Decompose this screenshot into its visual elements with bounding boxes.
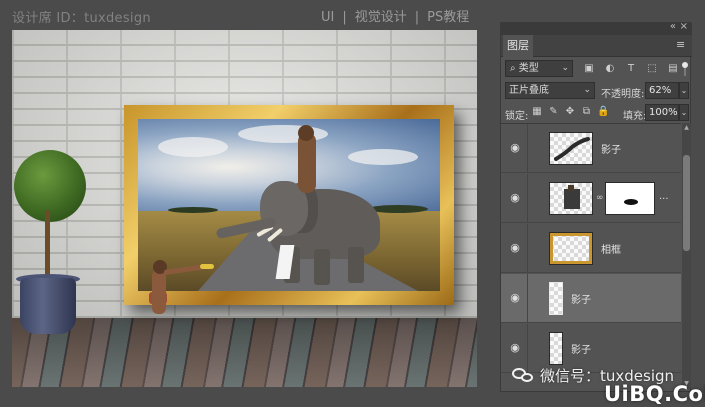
- fill-label: 填充:: [623, 111, 647, 122]
- wechat-icon: [512, 366, 534, 384]
- layer-thumbnail: [549, 182, 593, 215]
- chat-bubble: [521, 373, 533, 382]
- layer-filter-select[interactable]: ⌕ 类型 ⌄: [505, 60, 573, 77]
- filter-row: ⌕ 类型 ⌄ ▣ ◐ T ⬚ ▤: [501, 58, 692, 80]
- banana: [200, 264, 214, 269]
- uibq-watermark: UiBQ.CoM: [604, 382, 705, 406]
- filter-icons: ▣ ◐ T ⬚ ▤: [583, 62, 679, 76]
- tab-layers[interactable]: 图层: [503, 35, 533, 57]
- blend-mode-value: 正片叠底: [509, 85, 549, 96]
- opacity-input[interactable]: 62%: [645, 82, 679, 99]
- boy-figure: [152, 270, 166, 314]
- layers-panel: « × 图层 ≡ ⌕ 类型 ⌄ ▣ ◐ T ⬚ ▤ 正片叠底 ⌄ 不透明度: 6…: [500, 21, 692, 392]
- layer-name: 影子: [601, 145, 621, 156]
- lock-label: 锁定:: [505, 111, 529, 122]
- eye-icon[interactable]: ◉: [508, 292, 522, 304]
- fill-dropdown-icon[interactable]: ⌄: [679, 104, 689, 121]
- panel-menu-icon[interactable]: ≡: [676, 39, 686, 51]
- lock-all-icon[interactable]: 🔒: [597, 106, 609, 118]
- eye-icon[interactable]: ◉: [508, 142, 522, 154]
- gold-picture-frame: [124, 105, 454, 305]
- layers-scrollbar[interactable]: ▲ ▼: [682, 123, 691, 389]
- fill-input[interactable]: 100%: [645, 104, 679, 121]
- layer-thumbnail: [549, 132, 593, 165]
- close-icon[interactable]: ×: [680, 21, 688, 32]
- layer-thumbnail: [549, 232, 593, 265]
- blend-row: 正片叠底 ⌄ 不透明度: 62% ⌄: [501, 80, 692, 102]
- scroll-up-icon[interactable]: ▲: [683, 124, 690, 132]
- crumb-visual-design: 视觉设计: [354, 10, 407, 25]
- elephant-leg: [314, 249, 330, 285]
- layer-name: 影子: [571, 345, 591, 356]
- opacity-label: 不透明度:: [601, 89, 645, 100]
- breadcrumb: UI | 视觉设计 | PS教程: [317, 6, 473, 25]
- scroll-thumb[interactable]: [683, 155, 690, 251]
- lock-icons: ▦ ✎ ✥ ⧉ 🔒: [531, 106, 609, 120]
- document-header: 设计席 ID：tuxdesign UI | 视觉设计 | PS教程: [0, 0, 498, 30]
- layer-row[interactable]: ◉ 相框: [501, 224, 681, 273]
- panel-tabs: 图层 ≡: [501, 35, 692, 57]
- lock-position-icon[interactable]: ✥: [564, 106, 576, 118]
- lock-artboard-icon[interactable]: ⧉: [581, 106, 593, 118]
- image-preview: [564, 185, 580, 209]
- collapse-icon[interactable]: «: [670, 21, 676, 32]
- cloud: [158, 137, 228, 157]
- eye-icon[interactable]: ◉: [508, 242, 522, 254]
- chevron-down-icon: ⌄: [561, 63, 569, 73]
- elephant-leg: [348, 247, 364, 283]
- flower-pot: [20, 278, 76, 334]
- layer-thumbnail: [549, 332, 563, 365]
- link-icon[interactable]: ∞: [596, 193, 604, 203]
- smart-object-filter-icon[interactable]: ▤: [667, 63, 679, 75]
- layer-row[interactable]: ◉ ∞ ...: [501, 174, 681, 223]
- topiary-plant: [14, 150, 86, 222]
- shape-layer-filter-icon[interactable]: ⬚: [646, 63, 658, 75]
- toggle-track: [684, 68, 686, 76]
- pixel-layer-filter-icon[interactable]: ▣: [583, 63, 595, 75]
- shadow-stroke-preview: [554, 137, 590, 161]
- eye-icon[interactable]: ◉: [508, 342, 522, 354]
- eye-icon[interactable]: ◉: [508, 192, 522, 204]
- crumb-separator: |: [342, 10, 347, 25]
- lock-row: 锁定: ▦ ✎ ✥ ⧉ 🔒 填充: 100% ⌄: [501, 102, 692, 124]
- floor-shading: [12, 318, 477, 387]
- mask-shape: [624, 199, 638, 205]
- eye-column-divider: [527, 124, 528, 173]
- layer-row[interactable]: ◉ 影子: [501, 124, 681, 173]
- eye-column-divider: [527, 274, 528, 323]
- crumb-separator: |: [414, 10, 420, 25]
- layers-list: ◉ 影子 ◉ ∞ ... ◉ 相框 ◉ 影子 ◉ 影子: [501, 123, 681, 389]
- panel-title-bar[interactable]: « ×: [501, 21, 692, 35]
- lock-transparent-pixels-icon[interactable]: ▦: [531, 106, 543, 118]
- framed-photo: [138, 119, 440, 291]
- layer-thumbnail: [549, 282, 563, 315]
- layer-name: 相框: [601, 245, 621, 256]
- lock-image-pixels-icon[interactable]: ✎: [548, 106, 560, 118]
- photoshop-window: 设计席 ID：tuxdesign UI | 视觉设计 | PS教程 « × 图层…: [0, 0, 705, 407]
- type-layer-filter-icon[interactable]: T: [625, 63, 637, 75]
- document-canvas[interactable]: [12, 30, 477, 387]
- layer-mask-thumbnail[interactable]: [605, 182, 655, 215]
- crumb-ps-tutorial: PS教程: [427, 10, 470, 25]
- rider-head: [298, 125, 314, 141]
- search-icon: ⌕: [510, 63, 516, 74]
- eye-column-divider: [527, 174, 528, 223]
- crumb-ui: UI: [321, 10, 335, 25]
- eye-column-divider: [527, 224, 528, 273]
- cloud: [348, 149, 418, 165]
- rider-body: [298, 133, 316, 193]
- plant-stem: [45, 210, 50, 280]
- blend-mode-select[interactable]: 正片叠底 ⌄: [505, 82, 595, 99]
- ellipsis-icon: ...: [659, 191, 669, 202]
- chevron-down-icon: ⌄: [583, 85, 591, 95]
- layer-name: 影子: [571, 295, 591, 306]
- layer-row-selected[interactable]: ◉ 影子: [501, 274, 681, 323]
- filter-label: 类型: [518, 63, 539, 74]
- opacity-dropdown-icon[interactable]: ⌄: [679, 82, 689, 99]
- filter-toggle[interactable]: [681, 62, 689, 76]
- adjustment-layer-filter-icon[interactable]: ◐: [604, 63, 616, 75]
- designer-id-label: 设计席 ID：tuxdesign: [12, 11, 151, 26]
